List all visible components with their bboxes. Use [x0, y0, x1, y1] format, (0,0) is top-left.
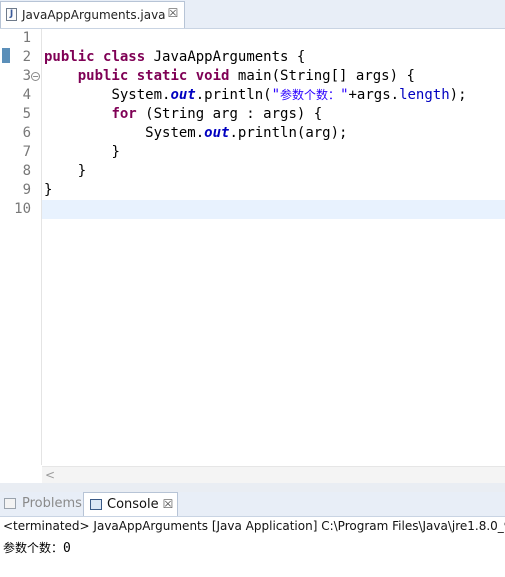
line-number: 4	[22, 87, 31, 103]
code-editor[interactable]: 1 2 3 − 4 5 6 7 8 9 10 public class Java…	[0, 29, 505, 484]
tab-problems-label: Problems	[22, 496, 82, 511]
close-icon[interactable]: ☒	[167, 7, 179, 19]
line-number: 5	[22, 106, 31, 122]
code-text-span: System.	[111, 87, 171, 103]
code-line-7: }	[44, 143, 120, 162]
code-line-4: System.out.println("参数个数："+args.length);	[44, 86, 467, 105]
code-line-6: System.out.println(arg);	[44, 124, 347, 143]
console-status-line: <terminated> JavaAppArguments [Java Appl…	[3, 519, 505, 533]
console-output-line: 参数个数：0	[3, 539, 71, 556]
code-text-span: .println(	[195, 87, 272, 103]
output-prefix: 参数个数：	[3, 541, 64, 555]
keyword: public	[44, 49, 95, 65]
editor-tab-javaapparguments[interactable]: J JavaAppArguments.java ☒	[0, 1, 185, 28]
java-file-icon: J	[6, 8, 17, 21]
console-icon	[90, 499, 102, 510]
string-literal: 参数个数：	[280, 88, 341, 102]
code-line-9: }	[44, 181, 52, 200]
line-number: 10	[14, 201, 31, 217]
code-text-span: System.	[145, 125, 205, 141]
line-number-gutter: 1 2 3 − 4 5 6 7 8 9 10	[12, 29, 42, 465]
overview-ruler	[0, 29, 12, 465]
line-number: 9	[22, 182, 31, 198]
code-line-5: for (String arg : args) {	[44, 105, 322, 124]
editor-tab-bar: J JavaAppArguments.java ☒	[0, 0, 505, 29]
line-number: 6	[22, 125, 31, 141]
keyword: void	[195, 68, 230, 84]
problems-icon	[4, 498, 16, 509]
code-line-3: public static void main(String[] args) {	[44, 67, 415, 86]
current-line-highlight	[42, 200, 505, 219]
code-text-span: );	[449, 87, 467, 103]
line-number: 3	[22, 68, 31, 84]
static-field: out	[170, 87, 196, 103]
tab-problems[interactable]: Problems	[0, 492, 82, 516]
bottom-panel-tab-bar: Problems Console ☒	[0, 492, 505, 517]
code-line-2: public class JavaAppArguments {	[44, 48, 305, 67]
keyword: static	[136, 68, 188, 84]
code-text-span: .println(arg);	[229, 125, 348, 141]
code-text-span: JavaAppArguments {	[145, 49, 306, 65]
output-value: 0	[63, 541, 71, 556]
code-text-span: (String arg : args) {	[136, 106, 323, 122]
tab-console[interactable]: Console ☒	[83, 492, 178, 516]
horizontal-scrollbar[interactable]: <	[42, 466, 505, 484]
editor-tab-title: JavaAppArguments.java	[22, 8, 166, 22]
keyword: public	[77, 68, 129, 84]
string-literal: "	[271, 87, 281, 103]
scroll-left-icon[interactable]: <	[44, 468, 56, 482]
line-number: 8	[22, 163, 31, 179]
tab-console-label: Console	[107, 497, 159, 512]
string-literal: "	[340, 87, 349, 103]
line-number: 2	[22, 49, 31, 65]
line-number: 1	[22, 30, 31, 46]
code-text-span: +args.	[348, 87, 400, 103]
keyword: class	[103, 49, 146, 65]
code-text-span: main(String[] args) {	[229, 68, 415, 84]
line-number: 7	[22, 144, 31, 160]
keyword: for	[111, 106, 137, 122]
code-text-span: }	[77, 163, 87, 179]
code-line-8: }	[44, 162, 86, 181]
panel-separator	[0, 483, 505, 492]
collapse-fold-icon[interactable]: −	[31, 72, 40, 81]
code-text-span: }	[111, 144, 120, 160]
close-icon[interactable]: ☒	[162, 498, 174, 510]
field: length	[399, 87, 450, 103]
code-text[interactable]: public class JavaAppArguments { public s…	[44, 29, 467, 198]
bookmark-marker	[2, 48, 10, 63]
code-text-span: }	[44, 182, 53, 198]
console-output[interactable]: <terminated> JavaAppArguments [Java Appl…	[0, 517, 505, 577]
static-field: out	[204, 125, 230, 141]
